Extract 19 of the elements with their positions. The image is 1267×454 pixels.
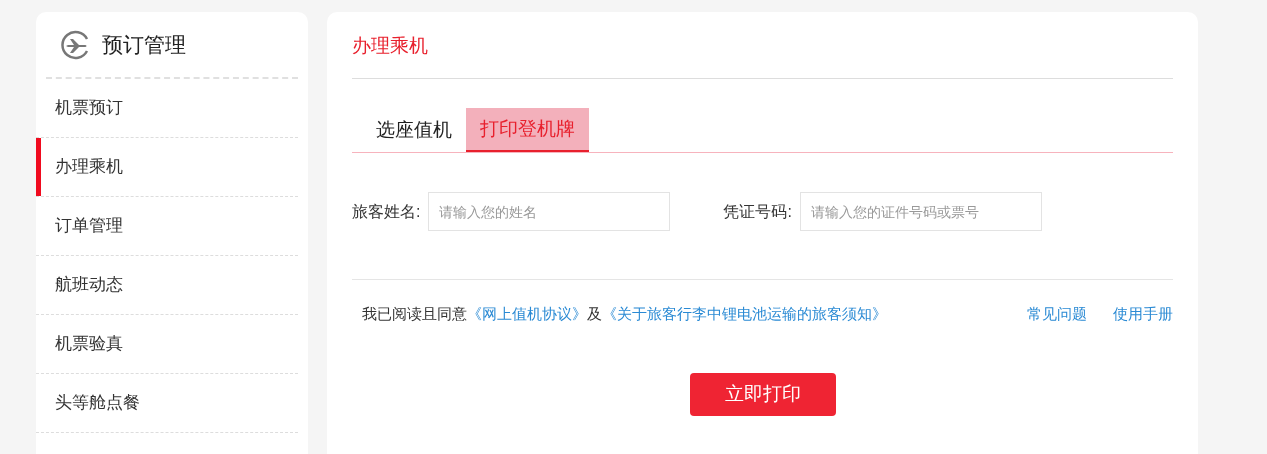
input-field[interactable]: 请输入您的证件号码或票号 — [799, 192, 1042, 231]
sidebar-item[interactable]: 机票预订 — [36, 79, 298, 138]
field-label: 旅客姓名: — [352, 201, 421, 222]
sidebar-item[interactable]: 头等舱点餐 — [36, 374, 298, 433]
tab[interactable]: 选座值机 — [362, 108, 466, 152]
sidebar-item[interactable]: 办理乘机 — [36, 138, 298, 197]
print-button[interactable]: 立即打印 — [689, 373, 836, 416]
input-field[interactable]: 请输入您的姓名 — [428, 192, 671, 231]
help-link[interactable]: 使用手册 — [1113, 303, 1173, 326]
agreement-text: 我已阅读且同意《网上值机协议》及《关于旅客行李中锂电池运输的旅客须知》 — [362, 304, 887, 325]
sidebar-title: 预订管理 — [102, 31, 186, 58]
field-label: 凭证号码: — [723, 201, 792, 222]
agreement-link[interactable]: 《关于旅客行李中锂电池运输的旅客须知》 — [602, 305, 887, 323]
sidebar-item[interactable]: 航班动态 — [36, 256, 298, 315]
agreement-link[interactable]: 《网上值机协议》 — [467, 305, 587, 323]
sidebar-item[interactable]: 机票验真 — [36, 315, 298, 374]
help-link[interactable]: 常见问题 — [1027, 303, 1087, 326]
page-title: 办理乘机 — [352, 33, 428, 58]
sidebar-item[interactable]: 订单管理 — [36, 197, 298, 256]
